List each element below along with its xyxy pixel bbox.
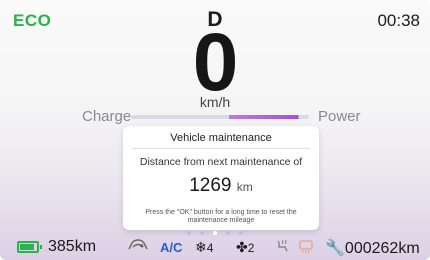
wrench-icon: 🔧 <box>325 240 345 257</box>
temperature-value: 4 <box>206 241 214 255</box>
instrument-cluster: ECO D 00:38 0 km/h Charge Power Vehicle … <box>0 0 430 260</box>
power-label: Power <box>318 108 361 125</box>
snowflake-icon: ❄ <box>195 239 207 255</box>
maintenance-distance-value: 1269 <box>189 175 232 196</box>
dialog-title: Vehicle maintenance <box>170 132 272 144</box>
maintenance-dialog[interactable]: Vehicle maintenance Distance from next m… <box>123 126 319 230</box>
dialog-note: Press the "OK" button for a long time to… <box>145 209 297 224</box>
status-bar: 385km A/C ❄4 ✤2 � <box>0 236 430 258</box>
fan-icon: ✤ <box>236 239 248 255</box>
odometer-value: 000262km <box>344 240 420 257</box>
page-dot <box>239 231 243 235</box>
page-dot <box>200 231 204 235</box>
speed-value: 0 <box>192 17 239 108</box>
maintenance-distance: 1269 km <box>123 175 319 197</box>
page-indicator <box>0 231 430 235</box>
speed-unit: km/h <box>199 94 231 110</box>
battery-icon <box>17 241 42 253</box>
rear-defrost-icon <box>298 238 314 257</box>
page-dot-active <box>213 231 217 235</box>
page-dot <box>226 231 230 235</box>
power-gauge-bar <box>131 115 309 119</box>
odometer: 🔧000262km <box>325 238 420 258</box>
dialog-message: Distance from next maintenance of <box>139 156 303 168</box>
page-dot <box>187 231 191 235</box>
fan-speed-value: 2 <box>247 241 255 255</box>
battery-range: 385km <box>48 238 97 255</box>
charge-label: Charge <box>82 108 132 125</box>
dialog-divider <box>132 148 310 149</box>
air-recirculation-icon <box>127 238 149 255</box>
fan-speed: ✤2 <box>236 239 254 256</box>
seat-heater-icon <box>274 238 290 257</box>
ac-indicator: A/C <box>160 240 183 255</box>
temperature-setting: ❄4 <box>195 239 213 256</box>
maintenance-distance-unit: km <box>236 180 253 194</box>
